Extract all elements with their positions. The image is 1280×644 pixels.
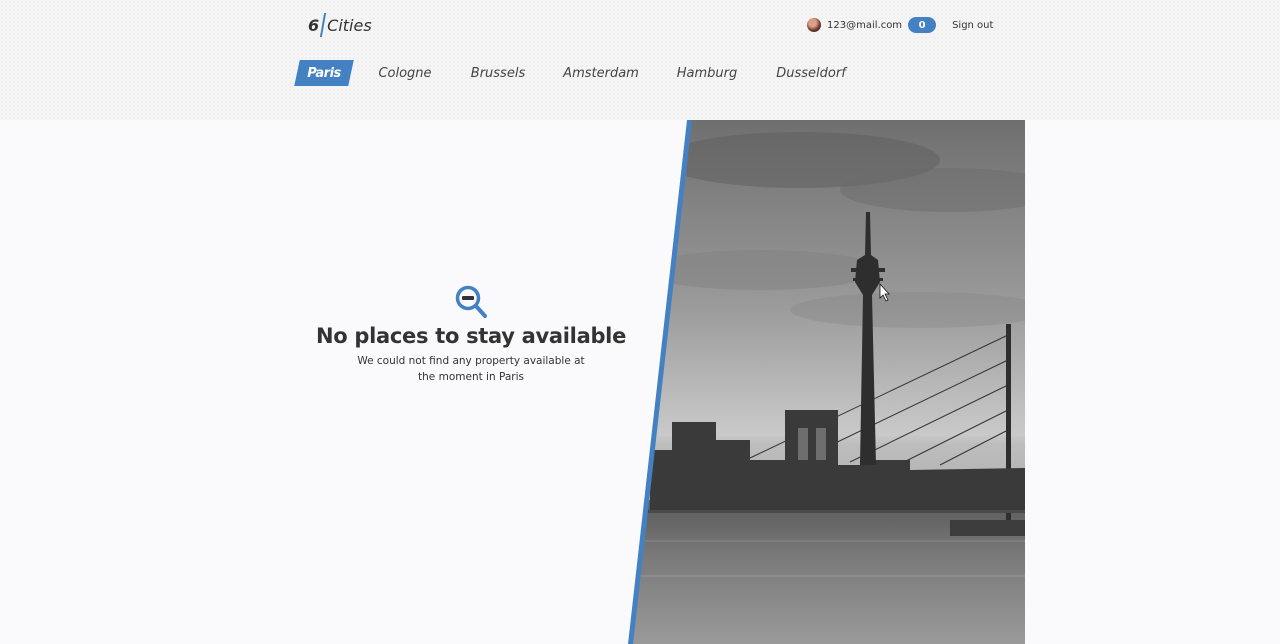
- tab-dusseldorf[interactable]: Dusseldorf: [776, 60, 846, 86]
- logo-slash: [320, 13, 327, 37]
- sign-out-link[interactable]: Sign out: [952, 20, 993, 31]
- tab-cologne[interactable]: Cologne: [378, 60, 432, 86]
- tab-label: Amsterdam: [563, 65, 639, 81]
- search-minus-icon: [455, 285, 487, 318]
- user-nav: 123@mail.com 0 Sign out: [807, 16, 993, 34]
- tab-paris[interactable]: Paris: [297, 60, 351, 86]
- avatar[interactable]: [807, 18, 821, 32]
- logo-number: 6: [308, 15, 320, 35]
- tab-label: Cologne: [378, 65, 432, 81]
- tab-label: Brussels: [470, 65, 526, 81]
- logo[interactable]: 6 Cities: [308, 12, 372, 38]
- logo-word: Cities: [327, 15, 372, 35]
- city-photo: [620, 120, 1025, 644]
- tab-label: Dusseldorf: [776, 65, 846, 81]
- favorites-count-badge[interactable]: 0: [908, 17, 937, 33]
- empty-state-title: No places to stay available: [315, 324, 627, 348]
- tab-label: Paris: [307, 65, 341, 81]
- user-email[interactable]: 123@mail.com: [827, 20, 902, 31]
- tab-amsterdam[interactable]: Amsterdam: [563, 60, 639, 86]
- tab-hamburg[interactable]: Hamburg: [676, 60, 738, 86]
- empty-state-description: We could not find any property available…: [357, 355, 585, 383]
- tab-brussels[interactable]: Brussels: [470, 60, 526, 86]
- empty-state: No places to stay available We could not…: [290, 284, 652, 385]
- city-tabs: Paris Cologne Brussels Amsterdam Hamburg…: [297, 60, 846, 86]
- dusseldorf-skyline-image: [628, 120, 1025, 644]
- tab-label: Hamburg: [676, 65, 738, 81]
